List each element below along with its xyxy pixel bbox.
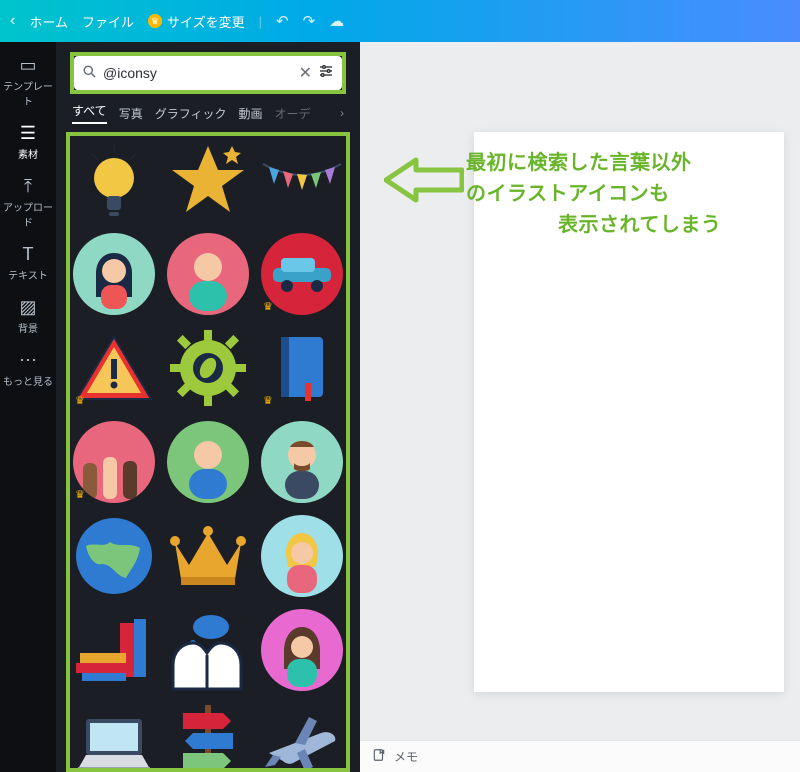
canvas-workspace[interactable]: 最初に検索した言葉以外 のイラストアイコンも 表示されてしまう メモ [360,42,800,772]
annotation-line-1: 最初に検索した言葉以外 [466,152,692,174]
premium-badge-icon: ♛ [75,488,85,501]
notes-button[interactable]: メモ [394,748,418,765]
rail-elements[interactable]: ☰ 素材 [0,116,56,169]
star-icon[interactable] [166,138,250,222]
notes-icon [372,748,386,765]
rail-text[interactable]: T テキスト [0,237,56,290]
more-icon: ⋯ [0,351,56,369]
upload-icon: ⤒ [0,177,56,195]
tab-photos[interactable]: 写真 [119,105,143,122]
premium-badge-icon: ♛ [75,394,85,407]
resize-label: サイズを変更 [167,12,245,31]
rail-uploads[interactable]: ⤒ アップロード [0,169,56,237]
rail-label: もっと見る [3,377,53,388]
airplane-icon[interactable] [260,702,344,772]
tab-audio[interactable]: オーデ [274,105,310,122]
cloud-sync-icon[interactable]: ☁ [329,12,344,30]
laptop-icon[interactable] [72,702,156,772]
signpost-icon[interactable] [166,702,250,772]
rail-label: アップロード [3,203,53,229]
home-button[interactable]: ホーム [29,12,68,31]
books-stack-icon[interactable] [72,608,156,692]
premium-crown-icon: ♛ [148,14,162,28]
annotation-line-3: 表示されてしまう [466,210,721,241]
background-icon: ▨ [0,298,56,316]
tab-video[interactable]: 動画 [238,105,262,122]
warning-sign-icon[interactable]: ♛ [72,326,156,410]
avatar-woman-2[interactable] [260,514,344,598]
back-button[interactable]: ‹ [10,12,15,30]
top-toolbar: ‹ ホーム ファイル ♛ サイズを変更 | ↶ ↷ ☁ [0,0,800,42]
notebook-icon[interactable]: ♛ [260,326,344,410]
globe-icon[interactable] [72,514,156,598]
annotation-arrow-icon [384,156,464,204]
redo-button[interactable]: ↷ [303,12,316,30]
rail-templates[interactable]: ▭ テンプレート [0,48,56,116]
resize-button[interactable]: ♛ サイズを変更 [148,12,245,31]
left-nav-rail: ▭ テンプレート ☰ 素材 ⤒ アップロード T テキスト ▨ 背景 ⋯ もっと… [0,42,56,772]
elements-panel: ✕ すべて 写真 グラフィック 動画 オーデ › [56,42,360,772]
lightbulb-icon[interactable] [72,138,156,222]
search-input[interactable] [103,65,293,81]
annotation-line-2: のイラストアイコンも [466,179,721,210]
gear-icon[interactable] [166,326,250,410]
elements-icon: ☰ [0,124,56,142]
templates-icon: ▭ [0,56,56,74]
clear-search-button[interactable]: ✕ [299,63,312,83]
raised-hands-icon[interactable]: ♛ [72,420,156,504]
bottom-bar: メモ [360,740,800,772]
search-field-wrap: ✕ [74,56,342,90]
undo-button[interactable]: ↶ [276,12,289,30]
rail-label: 背景 [18,324,38,335]
avatar-man-1[interactable] [260,420,344,504]
avatar-woman-3[interactable] [260,608,344,692]
rail-label: テキスト [8,271,48,282]
party-flags-icon[interactable] [260,138,344,222]
filter-button[interactable] [318,63,334,83]
search-icon [82,64,97,82]
tabs-scroll-right[interactable]: › [340,106,344,120]
rail-more[interactable]: ⋯ もっと見る [0,343,56,396]
filter-tabs: すべて 写真 グラフィック 動画 オーデ › [56,98,360,132]
avatar-generic-1[interactable] [166,232,250,316]
results-grid: ♛ ♛ ♛ ♛ [56,132,360,772]
avatar-woman-1[interactable] [72,232,156,316]
rail-label: テンプレート [3,82,53,108]
separator: | [259,14,262,29]
conversation-icon[interactable] [166,608,250,692]
avatar-generic-2[interactable] [166,420,250,504]
tab-all[interactable]: すべて [72,102,107,124]
rail-label: 素材 [18,150,38,161]
file-menu[interactable]: ファイル [82,12,134,31]
rail-background[interactable]: ▨ 背景 [0,290,56,343]
car-icon[interactable]: ♛ [260,232,344,316]
crown-icon[interactable] [166,514,250,598]
premium-badge-icon: ♛ [263,300,273,313]
premium-badge-icon: ♛ [263,394,273,407]
text-icon: T [0,245,56,263]
tab-graphics[interactable]: グラフィック [155,105,227,122]
annotation-text: 最初に検索した言葉以外 のイラストアイコンも 表示されてしまう [466,148,721,241]
